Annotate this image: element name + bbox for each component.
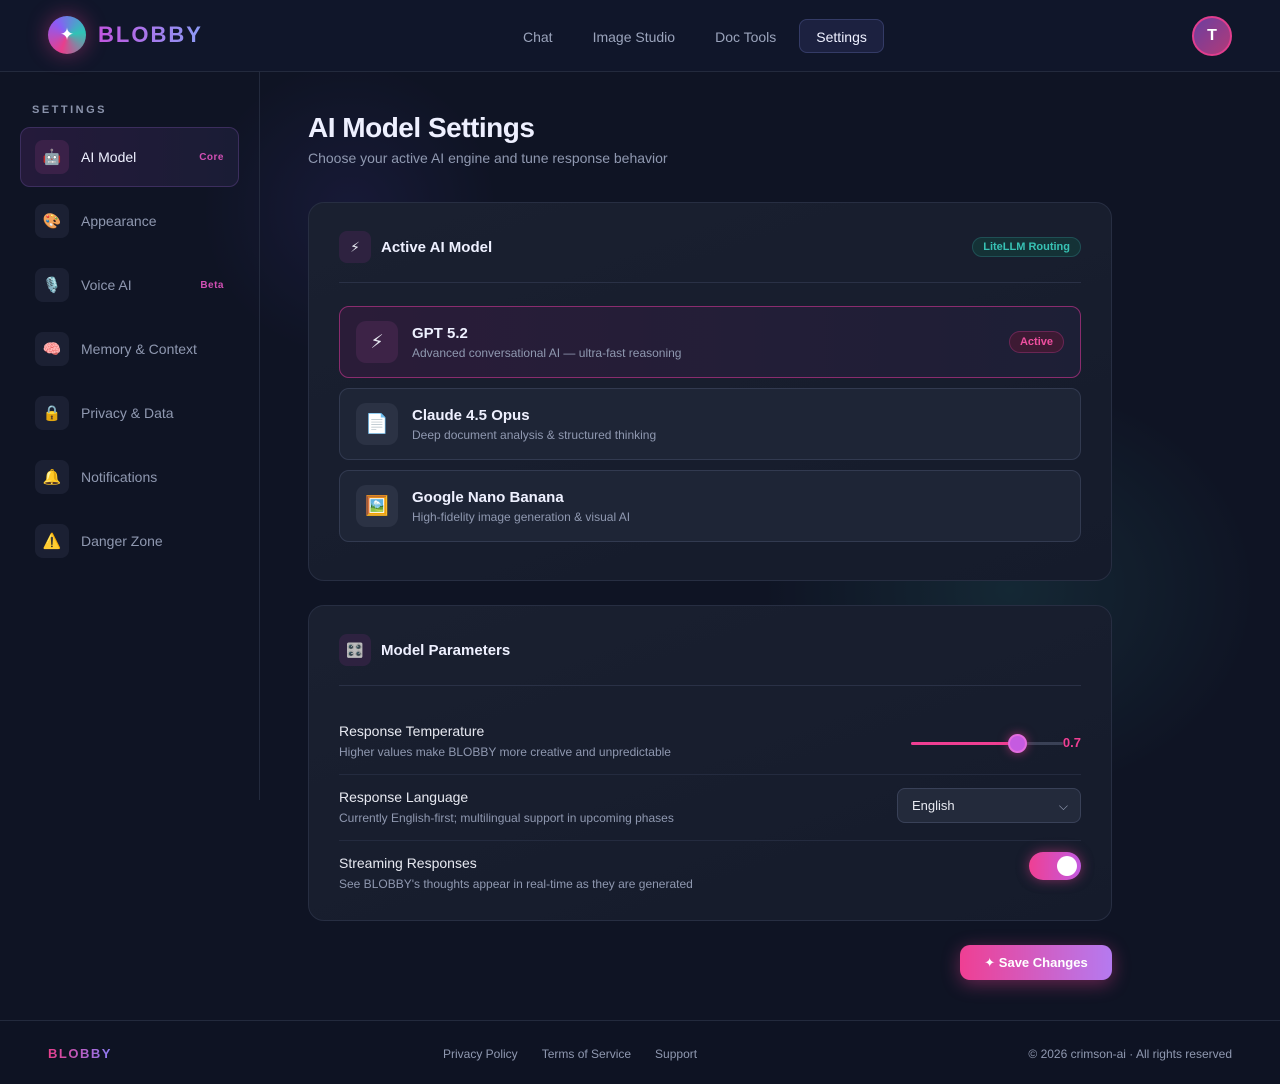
slider-thumb[interactable] [1008, 734, 1028, 753]
sidebar-item-label: Notifications [81, 469, 158, 485]
save-changes-button[interactable]: ✦ Save Changes [960, 945, 1112, 980]
temperature-slider[interactable] [911, 733, 1063, 753]
sidebar-item-label: Voice AI [81, 277, 132, 293]
sidebar-item-badge: Beta [200, 279, 224, 291]
brand-logo[interactable]: ✦ BLOBBY [48, 16, 203, 54]
nav-image-studio[interactable]: Image Studio [576, 19, 693, 53]
language-select[interactable]: English ⌵ [897, 788, 1081, 823]
model-description: High-fidelity image generation & visual … [412, 509, 631, 524]
temperature-setting: Response Temperature Higher values make … [339, 723, 1081, 759]
sidebar-item-label: AI Model [81, 149, 137, 165]
streaming-setting: Streaming Responses See BLOBBY's thought… [339, 852, 1081, 891]
sidebar-item-label: Danger Zone [81, 533, 163, 549]
page-title: AI Model Settings [308, 112, 535, 143]
copyright: © 2026 crimson-ai · All rights reserved [1028, 1047, 1232, 1061]
model-description: Advanced conversational AI — ultra-fast … [412, 345, 682, 360]
sidebar-item-privacy-data[interactable]: 🔒 Privacy & Data [20, 383, 239, 443]
sidebar-item-notifications[interactable]: 🔔 Notifications [20, 447, 239, 507]
sidebar-list: 🤖 AI Model Core 🎨 Appearance 🎙️ Voice AI Beta 🧠 M… [20, 127, 239, 575]
toggle-knob [1057, 856, 1077, 876]
streaming-desc: See BLOBBY's thoughts appear in real-tim… [339, 877, 693, 891]
robot-icon: 🤖 [35, 140, 69, 174]
sidebar-item-label: Appearance [81, 213, 157, 229]
brain-icon: 🧠 [35, 332, 69, 366]
sidebar-item-appearance[interactable]: 🎨 Appearance [20, 191, 239, 251]
chevron-down-icon: ⌵ [1058, 799, 1068, 813]
sidebar-item-label: Memory & Context [81, 341, 197, 357]
page-subtitle: Choose your active AI engine and tune re… [308, 150, 668, 166]
sidebar-item-danger-zone[interactable]: ⚠️ Danger Zone [20, 511, 239, 571]
language-setting: Response Language Currently English-firs… [339, 788, 1081, 825]
page-footer: BLOBBY Privacy Policy Terms of Service S… [0, 1020, 1280, 1084]
card-title: Active AI Model [381, 238, 493, 256]
sparkle-logo-icon: ✦ [48, 16, 86, 54]
control-knobs-icon: 🎛️ [339, 634, 371, 666]
model-description: Deep document analysis & structured thin… [412, 427, 657, 442]
routing-badge: LiteLLM Routing [972, 237, 1081, 257]
main-nav: Chat Image Studio Doc Tools Settings [506, 19, 884, 53]
nav-chat[interactable]: Chat [506, 19, 570, 53]
document-icon: 📄 [356, 403, 398, 445]
privacy-policy-link[interactable]: Privacy Policy [443, 1047, 518, 1061]
streaming-label: Streaming Responses [339, 855, 477, 871]
top-header: ✦ BLOBBY Chat Image Studio Doc Tools Set… [0, 0, 1280, 72]
nav-settings[interactable]: Settings [799, 19, 884, 53]
microphone-icon: 🎙️ [35, 268, 69, 302]
warning-icon: ⚠️ [35, 524, 69, 558]
footer-brand: BLOBBY [48, 1046, 112, 1061]
lightning-icon: ⚡ [339, 231, 371, 263]
model-name: Google Nano Banana [412, 488, 564, 506]
sidebar-item-badge: Core [199, 151, 224, 163]
sidebar-item-ai-model[interactable]: 🤖 AI Model Core [20, 127, 239, 187]
row-divider [339, 840, 1081, 841]
bell-icon: 🔔 [35, 460, 69, 494]
settings-sidebar: SETTINGS 🤖 AI Model Core 🎨 Appearance 🎙️ Voice… [0, 72, 260, 800]
model-name: Claude 4.5 Opus [412, 406, 530, 424]
footer-links: Privacy Policy Terms of Service Support [443, 1047, 697, 1061]
user-avatar[interactable]: T [1192, 16, 1232, 56]
model-parameters-card: 🎛️ Model Parameters Response Temperature… [308, 605, 1112, 921]
palette-icon: 🎨 [35, 204, 69, 238]
model-option[interactable]: 📄 Claude 4.5 Opus Deep document analysis &… [339, 388, 1081, 460]
sidebar-item-voice-ai[interactable]: 🎙️ Voice AI Beta [20, 255, 239, 315]
support-link[interactable]: Support [655, 1047, 697, 1061]
sidebar-item-label: Privacy & Data [81, 405, 174, 421]
active-model-card: ⚡ Active AI Model LiteLLM Routing ⚡ GPT 5… [308, 202, 1112, 581]
card-divider [339, 685, 1081, 686]
row-divider [339, 774, 1081, 775]
sidebar-heading: SETTINGS [32, 104, 108, 116]
card-title: Model Parameters [381, 641, 511, 659]
slider-fill [911, 742, 1018, 745]
language-selected-value: English [912, 798, 955, 813]
model-option[interactable]: ⚡ GPT 5.2 Advanced conversational AI — ult… [339, 306, 1081, 378]
streaming-toggle[interactable] [1029, 852, 1081, 880]
picture-icon: 🖼️ [356, 485, 398, 527]
brand-name: BLOBBY [98, 22, 203, 47]
card-divider [339, 282, 1081, 283]
nav-doc-tools[interactable]: Doc Tools [698, 19, 793, 53]
terms-link[interactable]: Terms of Service [542, 1047, 631, 1061]
temperature-value: 0.7 [1062, 735, 1081, 750]
model-name: GPT 5.2 [412, 324, 468, 342]
active-badge: Active [1008, 331, 1064, 353]
model-list: ⚡ GPT 5.2 Advanced conversational AI — ult… [339, 306, 1081, 552]
model-option[interactable]: 🖼️ Google Nano Banana High-fidelity image … [339, 470, 1081, 542]
sidebar-item-memory-context[interactable]: 🧠 Memory & Context [20, 319, 239, 379]
lock-icon: 🔒 [35, 396, 69, 430]
lightning-icon: ⚡ [356, 321, 398, 363]
